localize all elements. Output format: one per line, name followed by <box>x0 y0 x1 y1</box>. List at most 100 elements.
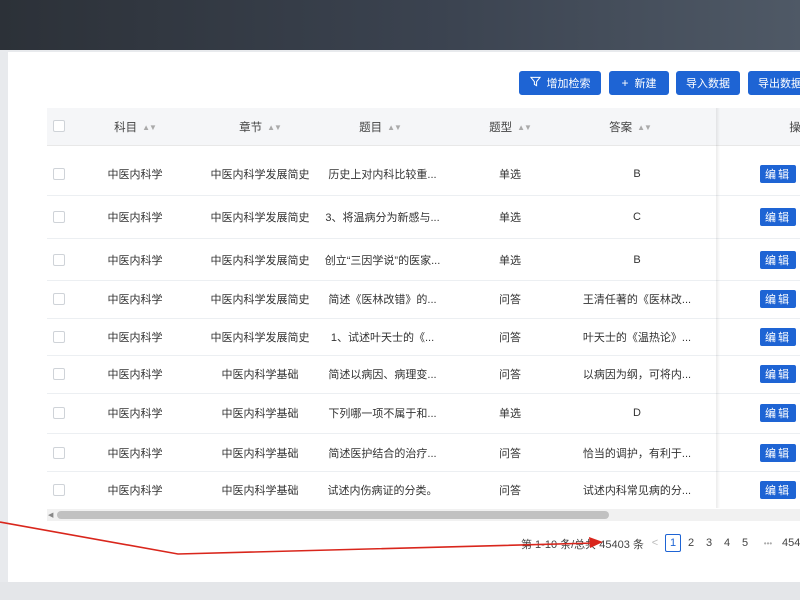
row-checkbox[interactable] <box>53 484 65 496</box>
row-checkbox[interactable] <box>53 331 65 343</box>
row-divider <box>47 433 800 434</box>
row-checkbox[interactable] <box>53 211 65 223</box>
page-1-button[interactable]: 1 <box>665 534 681 552</box>
cell-answer: C <box>633 211 641 223</box>
sort-icon[interactable]: ▲▼ <box>267 123 282 132</box>
row-checkbox[interactable] <box>53 293 65 305</box>
cell-question: 简述《医林改错》的... <box>328 294 437 306</box>
column-header-question[interactable]: 题目 ▲▼ <box>335 108 425 146</box>
cell-type: 问答 <box>499 332 521 344</box>
row-checkbox[interactable] <box>53 407 65 419</box>
row-checkbox[interactable] <box>53 447 65 459</box>
cell-subject: 中医内科学 <box>107 408 163 420</box>
horizontal-scrollbar[interactable]: ◀ <box>47 509 800 521</box>
column-header-chapter[interactable]: 章节 ▲▼ <box>215 108 305 146</box>
cell-answer: 恰当的调护，有利于... <box>582 448 692 460</box>
cell-answer: D <box>633 407 641 419</box>
column-header-answer[interactable]: 答案 ▲▼ <box>590 108 670 146</box>
cell-type: 单选 <box>499 408 521 420</box>
cell-type: 问答 <box>499 369 521 381</box>
edit-button[interactable]: 编辑 <box>760 481 796 499</box>
sort-icon[interactable]: ▲▼ <box>142 123 157 132</box>
cell-chapter: 中医内科学基础 <box>221 408 299 420</box>
edit-button[interactable]: 编辑 <box>760 328 796 346</box>
cell-question: 历史上对内科比较重... <box>328 169 437 181</box>
cell-chapter: 中医内科学基础 <box>221 485 299 497</box>
edit-button[interactable]: 编辑 <box>760 365 796 383</box>
column-header-subject[interactable]: 科目 ▲▼ <box>95 108 175 146</box>
cell-question: 1、试述叶天士的《... <box>330 332 435 344</box>
cell-chapter: 中医内科学基础 <box>221 448 299 460</box>
cell-answer: 试述内科常见病的分... <box>582 485 692 497</box>
cell-type: 问答 <box>499 448 521 460</box>
edit-button[interactable]: 编辑 <box>760 444 796 462</box>
sort-icon[interactable]: ▲▼ <box>517 123 532 132</box>
filter-button[interactable]: 增加检索 <box>519 71 601 95</box>
row-checkbox[interactable] <box>53 254 65 266</box>
cell-type: 单选 <box>499 169 521 181</box>
add-button-label: 新建 <box>634 78 657 90</box>
select-all-checkbox[interactable] <box>53 120 65 132</box>
edit-button[interactable]: 编辑 <box>760 208 796 226</box>
fixed-column-shadow <box>716 108 720 508</box>
import-button[interactable]: 导入数据 <box>676 71 740 95</box>
cell-answer: 以病因为纲，可将内... <box>582 369 692 381</box>
import-button-label: 导入数据 <box>686 78 730 90</box>
row-divider <box>47 238 800 239</box>
cell-type: 问答 <box>499 485 521 497</box>
cell-question: 简述以病因、病理变... <box>328 369 437 381</box>
export-button-label: 导出数据 <box>758 78 800 90</box>
edit-button[interactable]: 编辑 <box>760 404 796 422</box>
row-checkbox[interactable] <box>53 168 65 180</box>
cell-question: 试述内伤病证的分类。 <box>327 485 438 497</box>
sort-icon[interactable]: ▲▼ <box>637 123 652 132</box>
export-button[interactable]: 导出数据 <box>748 71 800 95</box>
cell-subject: 中医内科学 <box>107 485 163 497</box>
cell-subject: 中医内科学 <box>107 255 163 267</box>
row-divider <box>47 280 800 281</box>
row-divider <box>47 471 800 472</box>
cell-subject: 中医内科学 <box>107 448 163 460</box>
edit-button[interactable]: 编辑 <box>760 251 796 269</box>
top-banner <box>0 0 800 50</box>
cell-type: 单选 <box>499 255 521 267</box>
row-divider <box>47 355 800 356</box>
cell-type: 问答 <box>499 294 521 306</box>
pagination-summary: 第 1-10 条/总共 45403 条 <box>521 539 644 551</box>
sort-icon[interactable]: ▲▼ <box>387 123 402 132</box>
cell-question: 简述医护结合的治疗... <box>328 448 437 460</box>
filter-button-label: 增加检索 <box>546 78 591 90</box>
scroll-left-icon[interactable]: ◀ <box>48 511 53 519</box>
cell-type: 单选 <box>499 212 521 224</box>
cell-subject: 中医内科学 <box>107 369 163 381</box>
prev-page-button[interactable]: < <box>647 534 663 552</box>
column-header-actions: 操 <box>789 122 800 134</box>
pagination-ellipsis[interactable]: ••• <box>758 534 778 552</box>
row-divider <box>47 393 800 394</box>
cell-chapter: 中医内科学发展简史 <box>210 255 310 267</box>
row-divider <box>47 195 800 196</box>
page-4-button[interactable]: 4 <box>719 534 735 552</box>
edit-button[interactable]: 编辑 <box>760 165 796 183</box>
cell-answer: B <box>633 168 641 180</box>
last-page-button[interactable]: 454 <box>782 534 800 552</box>
cell-answer: 叶天士的《温热论》... <box>582 332 692 344</box>
row-checkbox[interactable] <box>53 368 65 380</box>
column-header-type[interactable]: 题型 ▲▼ <box>475 108 545 146</box>
cell-chapter: 中医内科学发展简史 <box>210 332 310 344</box>
cell-subject: 中医内科学 <box>107 169 163 181</box>
page-5-button[interactable]: 5 <box>737 534 753 552</box>
cell-chapter: 中医内科学发展简史 <box>210 212 310 224</box>
cell-subject: 中医内科学 <box>107 294 163 306</box>
edit-button[interactable]: 编辑 <box>760 290 796 308</box>
add-button[interactable]: + 新建 <box>609 71 669 95</box>
cell-chapter: 中医内科学发展简史 <box>210 169 310 181</box>
window-bottom-strip <box>0 582 800 600</box>
cell-question: 下列哪一项不属于和... <box>328 408 437 420</box>
page-3-button[interactable]: 3 <box>701 534 717 552</box>
scrollbar-thumb[interactable] <box>57 511 609 519</box>
row-divider <box>47 318 800 319</box>
cell-answer: 王清任著的《医林改... <box>582 294 692 306</box>
cell-answer: B <box>633 254 641 266</box>
page-2-button[interactable]: 2 <box>683 534 699 552</box>
